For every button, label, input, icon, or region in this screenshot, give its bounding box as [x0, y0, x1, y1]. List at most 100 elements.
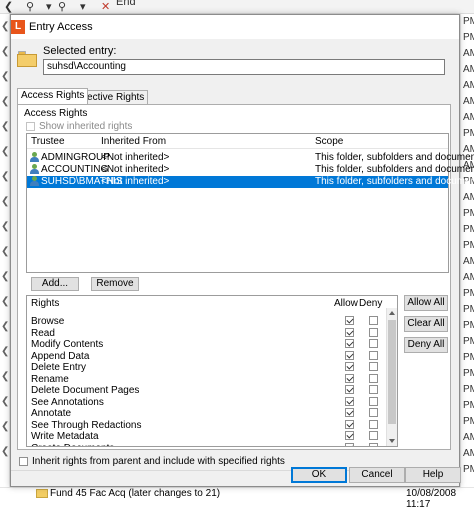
scroll-down-arrow-icon[interactable]	[389, 439, 395, 443]
allow-all-button[interactable]: Allow All	[404, 295, 448, 311]
right-label: See Annotations	[31, 396, 104, 408]
allow-checkbox[interactable]	[345, 408, 354, 417]
deny-checkbox[interactable]	[369, 408, 378, 417]
background-time-column: PM PM AM AM AM AM AM PM AM AM PM AM PM PM PM AM AM PM PM PM…	[460, 14, 474, 499]
allow-checkbox[interactable]	[345, 327, 354, 337]
time-fragment: AM	[463, 80, 474, 91]
rights-list[interactable]: Rights Allow Deny Browse Read Modify Conte…	[26, 295, 398, 447]
deny-checkbox[interactable]	[369, 316, 378, 325]
clear-all-button[interactable]: Clear All	[404, 316, 448, 332]
selected-entry-label: Selected entry:	[43, 45, 117, 57]
time-fragment: AM	[463, 272, 474, 283]
deny-checkbox[interactable]	[369, 362, 378, 371]
cancel-button[interactable]: Cancel	[349, 467, 405, 483]
allow-checkbox[interactable]	[345, 431, 354, 440]
scroll-thumb[interactable]	[388, 320, 396, 424]
allow-checkbox[interactable]	[345, 316, 354, 325]
right-row: Modify Contents	[27, 339, 385, 350]
access-rights-group-label: Access Rights	[24, 108, 88, 119]
trustee-inherited-from: <Not inherited>	[101, 164, 170, 175]
right-row: See Annotations	[27, 396, 385, 408]
rights-column-header: Rights	[31, 298, 60, 309]
right-row: Rename	[27, 373, 385, 385]
trustee-scope: This folder, subfolders and documents	[315, 176, 474, 187]
right-label: Delete Entry	[31, 362, 87, 373]
allow-checkbox[interactable]	[345, 442, 354, 446]
show-inherited-label: Show inherited rights	[39, 121, 133, 132]
time-fragment: AM	[463, 448, 474, 459]
title-bar[interactable]: L Entry Access	[11, 15, 459, 39]
trustee-name: ADMINGROUP	[41, 152, 110, 163]
deny-checkbox[interactable]	[369, 431, 378, 440]
scroll-up-arrow-icon[interactable]	[389, 311, 395, 315]
time-fragment: PM	[463, 400, 474, 411]
right-label: Browse	[31, 316, 65, 327]
toolbar-tool-icon-2[interactable]: ⚲	[58, 0, 66, 13]
allow-checkbox[interactable]	[345, 385, 354, 394]
time-fragment: PM	[463, 368, 474, 379]
time-fragment: AM	[463, 192, 474, 203]
trustee-row[interactable]: SUHSD\BMATHIS <Not inherited> This folder,…	[27, 176, 474, 188]
allow-checkbox[interactable]	[345, 373, 354, 383]
deny-checkbox[interactable]	[369, 339, 378, 348]
time-fragment: PM	[463, 352, 474, 363]
rights-scrollbar[interactable]	[386, 308, 397, 446]
end-icon[interactable]: ✕	[101, 0, 110, 13]
allow-checkbox[interactable]	[345, 339, 354, 348]
time-fragment: AM	[463, 432, 474, 443]
right-row: Delete Entry	[27, 362, 385, 373]
inherited-from-column-header[interactable]: Inherited From	[101, 136, 166, 147]
deny-checkbox[interactable]	[369, 373, 378, 383]
deny-all-button[interactable]: Deny All	[404, 337, 448, 353]
time-fragment: PM	[463, 16, 474, 27]
back-arrow-icon[interactable]: ❮	[4, 0, 13, 13]
allow-checkbox[interactable]	[345, 350, 354, 360]
user-group-icon	[29, 152, 39, 162]
dropdown-icon[interactable]: ▾	[46, 0, 52, 13]
remove-trustee-button[interactable]: Remove	[91, 277, 139, 291]
tab-access-rights[interactable]: Access Rights	[17, 88, 89, 104]
background-file-row[interactable]: Fund 45 Fac Acq (later changes to 21) 10…	[0, 487, 474, 510]
toolbar-tool-icon[interactable]: ⚲	[26, 0, 34, 13]
add-trustee-button[interactable]: Add...	[31, 277, 79, 291]
end-button-label[interactable]: End	[116, 0, 136, 8]
help-button[interactable]: Help	[405, 467, 461, 483]
deny-checkbox[interactable]	[369, 327, 378, 337]
app-logo-icon: L	[11, 20, 25, 34]
trustee-name: ACCOUNTING	[41, 164, 109, 175]
deny-checkbox[interactable]	[369, 419, 378, 429]
trustee-row[interactable]: ADMINGROUP <Not inherited> This folder, su…	[27, 152, 474, 164]
right-label: See Through Redactions	[31, 419, 142, 431]
inherit-rights-checkbox[interactable]	[19, 457, 28, 466]
trustee-column-header[interactable]: Trustee	[31, 136, 65, 147]
user-group-icon	[29, 164, 39, 174]
time-fragment: PM	[463, 128, 474, 139]
scope-column-header[interactable]: Scope	[315, 136, 343, 147]
right-row: Browse	[27, 316, 385, 327]
allow-checkbox[interactable]	[345, 362, 354, 371]
dialog-title: Entry Access	[29, 21, 93, 33]
right-label: Modify Contents	[31, 339, 104, 350]
right-row: Append Data	[27, 350, 385, 362]
dropdown-icon-2[interactable]: ▾	[80, 0, 86, 13]
deny-checkbox[interactable]	[369, 350, 378, 360]
ok-button[interactable]: OK	[291, 467, 347, 483]
allow-column-header: Allow	[334, 298, 358, 309]
entry-access-dialog: L Entry Access Selected entry: suhsd\Acc…	[10, 14, 474, 487]
deny-checkbox[interactable]	[369, 385, 378, 394]
trustee-row[interactable]: ACCOUNTING <Not inherited> This folder, su…	[27, 164, 474, 176]
allow-checkbox[interactable]	[345, 419, 354, 429]
show-inherited-checkbox[interactable]	[26, 122, 35, 131]
time-fragment: PM	[463, 416, 474, 427]
trustee-list[interactable]: Trustee Inherited From Scope ADMINGROUP <…	[26, 133, 474, 273]
time-fragment: AM	[463, 64, 474, 75]
allow-checkbox[interactable]	[345, 396, 354, 406]
time-fragment: PM	[463, 320, 474, 331]
time-fragment: PM	[463, 304, 474, 315]
time-fragment: PM	[463, 32, 474, 43]
trustee-list-header: Trustee Inherited From Scope	[27, 134, 448, 149]
deny-checkbox[interactable]	[369, 442, 378, 446]
right-label: Annotate	[31, 408, 72, 419]
deny-checkbox[interactable]	[369, 396, 378, 406]
trustee-scope: This folder, subfolders and documents	[315, 152, 474, 163]
